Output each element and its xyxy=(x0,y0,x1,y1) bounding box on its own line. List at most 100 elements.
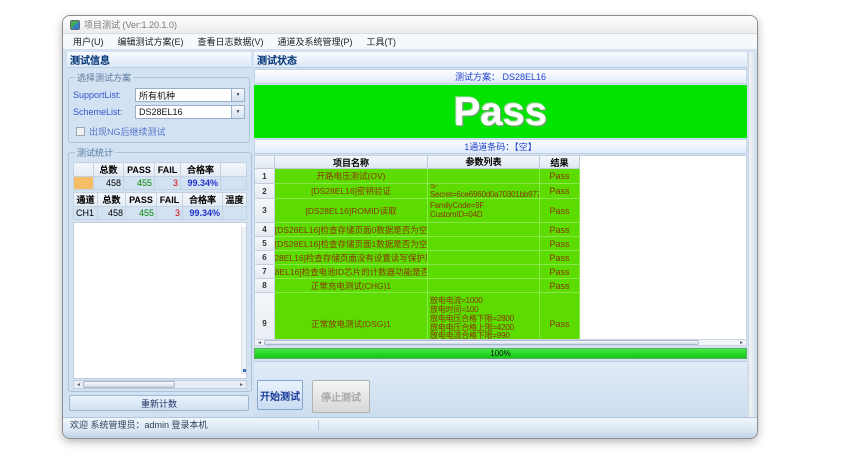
test-item-row[interactable]: 7 [DS28EL16]检查电池ID芯片的计数器功能是否启用 Pass xyxy=(255,265,746,279)
test-item-row[interactable]: 5 [DS28EL16]检查存储页面1数据是否为空 Pass xyxy=(255,237,746,251)
items-header-num xyxy=(255,156,275,169)
stop-test-button[interactable]: 停止测试 xyxy=(312,380,370,413)
scroll-left-icon[interactable]: ◄ xyxy=(74,382,83,388)
test-item-row[interactable]: 6 [DS28EL16]检查存储页面没有设置读写保护属性 Pass xyxy=(255,251,746,265)
item-name: [DS28EL16]ROMID读取 xyxy=(275,199,428,223)
item-result: Pass xyxy=(540,237,580,251)
test-status-panel: 测试状态 测试方案： DS28EL16 Pass 1通道条码：【空】 项目名称 … xyxy=(254,52,754,417)
start-test-button[interactable]: 开始测试 xyxy=(257,380,303,410)
scrollbar-thumb[interactable] xyxy=(83,381,175,388)
item-result: Pass xyxy=(540,251,580,265)
supportlist-label: SupportList: xyxy=(73,90,135,100)
item-params xyxy=(428,237,540,251)
menu-item-user[interactable]: 用户(U) xyxy=(66,34,111,49)
item-result: Pass xyxy=(540,169,580,184)
summary-data-row: 458 455 3 99.34% xyxy=(74,177,247,190)
item-num: 4 xyxy=(255,223,275,237)
checkbox-icon[interactable] xyxy=(76,127,85,136)
item-name: 正常充电测试(CHG)1 xyxy=(275,279,428,293)
test-item-row[interactable]: 4 [DS28EL16]检查存储页面0数据是否为空 Pass xyxy=(255,223,746,237)
scrollbar-track[interactable] xyxy=(264,340,737,345)
item-num: 6 xyxy=(255,251,275,265)
item-result: Pass xyxy=(540,199,580,223)
status-message: 欢迎 系统管理员：admin 登录本机 xyxy=(70,418,208,431)
item-name: 正常放电测试(DSG)1 xyxy=(275,293,428,339)
item-name: [DS28EL16]检查存储页面没有设置读写保护属性 xyxy=(275,251,428,265)
item-params: 放电电流=1000 放电时间=100 放电电压合格下限=2800 放电电压合格上… xyxy=(428,293,540,339)
test-info-panel: 测试信息 选择测试方案 SupportList: 所有机种 ▼ SchemeLi… xyxy=(67,52,251,417)
scheme-select-group: 选择测试方案 SupportList: 所有机种 ▼ SchemeList: D… xyxy=(68,71,250,143)
vertical-scrollbar[interactable] xyxy=(748,52,754,417)
test-item-row[interactable]: 3 [DS28EL16]ROMID读取 FamilyCode=9F Custom… xyxy=(255,199,746,223)
summary-header-pass: PASS xyxy=(124,163,155,177)
stats-group-title: 测试统计 xyxy=(75,146,115,159)
test-item-row[interactable]: 9 正常放电测试(DSG)1 放电电流=1000 放电时间=100 放电电压合格… xyxy=(255,293,746,339)
test-item-row[interactable]: 8 正常充电测试(CHG)1 Pass xyxy=(255,279,746,293)
item-name: [DS28EL16]检查存储页面1数据是否为空 xyxy=(275,237,428,251)
item-params xyxy=(428,265,540,279)
menu-item-view-logs[interactable]: 查看日志数据(V) xyxy=(191,34,271,49)
menu-item-tools[interactable]: 工具(T) xyxy=(360,34,404,49)
chevron-down-icon[interactable]: ▼ xyxy=(231,106,244,118)
item-params xyxy=(428,279,540,293)
continue-after-ng-label: 出现NG后继续测试 xyxy=(89,125,166,138)
item-result: Pass xyxy=(540,265,580,279)
channel-rate-value: 99.34% xyxy=(183,207,223,220)
schemelist-dropdown[interactable]: DS28EL16 ▼ xyxy=(135,105,245,119)
progress-bar: 100% xyxy=(254,348,747,359)
menu-item-channel-system[interactable]: 通道及系统管理(P) xyxy=(271,34,360,49)
horizontal-scrollbar[interactable]: ◄ ► xyxy=(73,380,247,389)
item-num: 2 xyxy=(255,184,275,199)
schemelist-value: DS28EL16 xyxy=(136,106,231,118)
summary-stats-table: 总数 PASS FAIL 合格率 458 455 3 99.34% xyxy=(73,162,247,190)
summary-total-value: 458 xyxy=(94,177,124,190)
summary-header-fail: FAIL xyxy=(155,163,181,177)
app-icon xyxy=(70,20,80,30)
items-header-name: 项目名称 xyxy=(275,156,428,169)
items-header-row: 项目名称 参数列表 结果 xyxy=(255,156,746,169)
test-item-row[interactable]: 1 开路电压测试(OV) Pass xyxy=(255,169,746,184)
title-bar[interactable]: 项目测试 (Ver:1.20.1.0) xyxy=(63,16,757,34)
channel-header-rate: 合格率 xyxy=(183,193,223,207)
summary-extra-cell xyxy=(221,177,247,190)
scheme-select-group-title: 选择测试方案 xyxy=(75,71,133,84)
item-params xyxy=(428,169,540,184)
window-footer-edge xyxy=(63,431,757,438)
channel-data-row: CH1 458 455 3 99.34% xyxy=(74,207,247,220)
schemelist-row: SchemeList: DS28EL16 ▼ xyxy=(73,105,245,119)
summary-highlight-cell xyxy=(74,177,94,190)
horizontal-scrollbar[interactable]: ◄ ► xyxy=(254,339,747,346)
menu-bar: 用户(U) 编辑测试方案(E) 查看日志数据(V) 通道及系统管理(P) 工具(… xyxy=(63,34,757,50)
menu-item-edit-scheme[interactable]: 编辑测试方案(E) xyxy=(111,34,191,49)
channel-name-value: CH1 xyxy=(74,207,98,220)
item-num: 8 xyxy=(255,279,275,293)
continue-after-ng-checkbox[interactable]: 出现NG后继续测试 xyxy=(73,125,245,138)
item-params xyxy=(428,223,540,237)
summary-header-blank xyxy=(74,163,94,177)
summary-header-extra xyxy=(221,163,247,177)
supportlist-dropdown[interactable]: 所有机种 ▼ xyxy=(135,88,245,102)
test-items-grid: 项目名称 参数列表 结果 1 开路电压测试(OV) Pass 2 [DS28EL… xyxy=(254,155,747,339)
test-item-row[interactable]: 2 [DS28EL16]密钥验证 S-Secret=6ce6960d0a7030… xyxy=(255,184,746,199)
items-header-params: 参数列表 xyxy=(428,156,540,169)
summary-rate-value: 99.34% xyxy=(181,177,221,190)
test-status-title: 测试状态 xyxy=(254,52,747,68)
item-params xyxy=(428,251,540,265)
supportlist-value: 所有机种 xyxy=(136,89,231,101)
scrollbar-track[interactable] xyxy=(83,381,237,388)
scroll-right-icon[interactable]: ► xyxy=(737,340,746,346)
app-window: 项目测试 (Ver:1.20.1.0) 用户(U) 编辑测试方案(E) 查看日志… xyxy=(62,15,758,439)
test-status-main: 测试状态 测试方案： DS28EL16 Pass 1通道条码：【空】 项目名称 … xyxy=(254,52,747,417)
main-content: 测试信息 选择测试方案 SupportList: 所有机种 ▼ SchemeLi… xyxy=(63,50,757,417)
scroll-right-icon[interactable]: ► xyxy=(237,382,246,388)
chevron-down-icon[interactable]: ▼ xyxy=(231,89,244,101)
scroll-left-icon[interactable]: ◄ xyxy=(255,340,264,346)
channel-header-fail: FAIL xyxy=(157,193,183,207)
item-result: Pass xyxy=(540,223,580,237)
vertical-scrollbar[interactable] xyxy=(241,227,246,374)
channel-header-channel: 通道 xyxy=(74,193,98,207)
channel-stats-table: 通道 总数 PASS FAIL 合格率 温度 上次 CH1 458 455 3 … xyxy=(73,192,247,220)
recount-button[interactable]: 重新计数 xyxy=(69,395,249,411)
test-info-title: 测试信息 xyxy=(67,52,251,68)
scrollbar-thumb[interactable] xyxy=(264,340,699,345)
